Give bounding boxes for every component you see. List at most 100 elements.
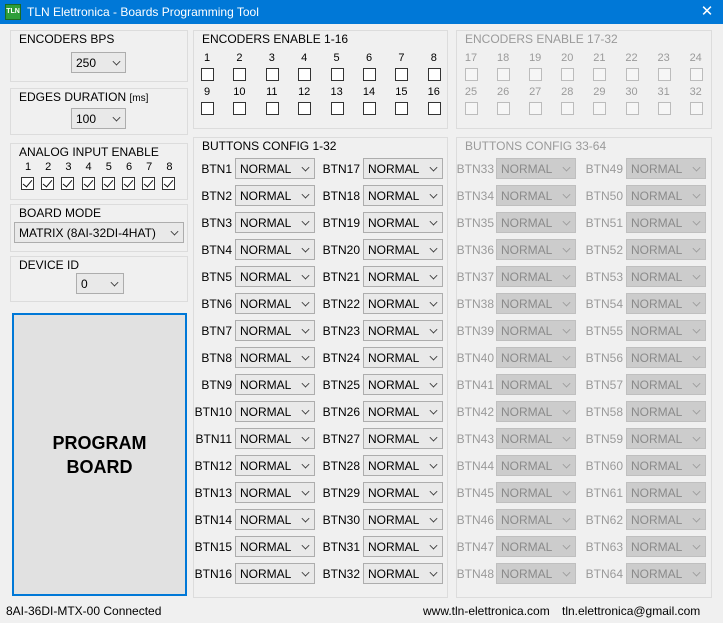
button-label: BTN37 <box>456 270 494 284</box>
encoder-27-checkbox <box>529 102 543 115</box>
btn31-mode-select[interactable]: NORMAL <box>363 536 443 557</box>
btn28-mode-select[interactable]: NORMAL <box>363 455 443 476</box>
btn12-mode-select[interactable]: NORMAL <box>235 455 315 476</box>
connection-status: 8AI-36DI-MTX-00 Connected <box>6 604 162 618</box>
btn6-mode-select-value: NORMAL <box>240 297 292 311</box>
btn10-mode-select[interactable]: NORMAL <box>235 401 315 422</box>
btn29-mode-select[interactable]: NORMAL <box>363 482 443 503</box>
analog-input-5-checkbox[interactable] <box>101 177 115 190</box>
edges-duration-select[interactable]: 100 <box>71 108 126 129</box>
encoder-10-checkbox[interactable] <box>233 102 247 115</box>
encoder-3-checkbox[interactable] <box>265 68 279 81</box>
btn20-mode-select[interactable]: NORMAL <box>363 239 443 260</box>
encoder-20-checkbox <box>561 68 575 81</box>
btn60-mode-select: NORMAL <box>626 455 706 476</box>
btn26-mode-select[interactable]: NORMAL <box>363 401 443 422</box>
analog-input-6-checkbox[interactable] <box>122 177 135 190</box>
device-id-select[interactable]: 0 <box>76 273 124 294</box>
button-label: BTN9 <box>201 378 232 392</box>
btn21-mode-select[interactable]: NORMAL <box>363 266 443 287</box>
btn13-mode-select[interactable]: NORMAL <box>235 482 315 503</box>
btn18-mode-select[interactable]: NORMAL <box>363 185 443 206</box>
btn22-mode-select[interactable]: NORMAL <box>363 293 443 314</box>
btn4-mode-select[interactable]: NORMAL <box>235 239 315 260</box>
chevron-down-icon <box>301 433 310 442</box>
btn15-mode-select[interactable]: NORMAL <box>235 536 315 557</box>
encoder-16-checkbox[interactable] <box>427 102 441 115</box>
btn63-mode-select: NORMAL <box>626 536 706 557</box>
btn24-mode-select[interactable]: NORMAL <box>363 347 443 368</box>
btn28-mode-select-value: NORMAL <box>368 459 420 473</box>
btn34-mode-select: NORMAL <box>496 185 576 206</box>
analog-input-8-checkbox[interactable] <box>162 177 176 190</box>
btn25-mode-select[interactable]: NORMAL <box>363 374 443 395</box>
btn27-mode-select[interactable]: NORMAL <box>363 428 443 449</box>
encoder-11-checkbox[interactable] <box>265 102 279 115</box>
btn8-mode-select[interactable]: NORMAL <box>235 347 315 368</box>
btn9-mode-select[interactable]: NORMAL <box>235 374 315 395</box>
analog-input-4-checkbox[interactable] <box>81 177 95 190</box>
chevron-down-icon <box>429 406 438 415</box>
encoder-7-checkbox[interactable] <box>395 68 409 81</box>
btn50-mode-select-value: NORMAL <box>631 189 683 203</box>
encoder-14-checkbox[interactable] <box>363 102 376 115</box>
btn32-mode-select[interactable]: NORMAL <box>363 563 443 584</box>
btn1-mode-select[interactable]: NORMAL <box>235 158 315 179</box>
btn23-mode-select[interactable]: NORMAL <box>363 320 443 341</box>
board-mode-select[interactable]: MATRIX (8AI-32DI-4HAT) <box>14 222 184 243</box>
encoder-2-checkbox[interactable] <box>233 68 247 81</box>
close-icon[interactable]: ✕ <box>691 0 723 24</box>
btn35-mode-select-value: NORMAL <box>501 216 553 230</box>
chevron-down-icon <box>429 163 438 172</box>
encoder-8-checkbox[interactable] <box>427 68 441 81</box>
button-label: BTN2 <box>201 189 232 203</box>
analog-input-2-checkbox[interactable] <box>41 177 55 190</box>
encoder-5-checkbox[interactable] <box>330 68 344 81</box>
btn11-mode-select[interactable]: NORMAL <box>235 428 315 449</box>
btn3-mode-select[interactable]: NORMAL <box>235 212 315 233</box>
btn17-mode-select[interactable]: NORMAL <box>363 158 443 179</box>
btn42-mode-select: NORMAL <box>496 401 576 422</box>
program-board-button[interactable]: PROGRAM BOARD <box>12 313 187 596</box>
encoder-number: 10 <box>233 86 246 98</box>
encoder-12-checkbox[interactable] <box>298 102 312 115</box>
encoder-15-checkbox[interactable] <box>395 102 409 115</box>
chevron-down-icon <box>692 487 701 496</box>
encoder-6-checkbox[interactable] <box>363 68 376 81</box>
analog-input-7-checkbox[interactable] <box>142 177 156 190</box>
btn8-mode-select-value: NORMAL <box>240 351 292 365</box>
btn44-mode-select: NORMAL <box>496 455 576 476</box>
btn6-mode-select[interactable]: NORMAL <box>235 293 315 314</box>
encoder-number: 12 <box>298 86 311 98</box>
btn46-mode-select: NORMAL <box>496 509 576 530</box>
chevron-down-icon <box>562 244 571 253</box>
button-label: BTN1 <box>201 162 232 176</box>
encoders-bps-select[interactable]: 250 <box>71 52 126 73</box>
btn61-mode-select-value: NORMAL <box>631 486 683 500</box>
btn14-mode-select-value: NORMAL <box>240 513 292 527</box>
btn14-mode-select[interactable]: NORMAL <box>235 509 315 530</box>
btn30-mode-select[interactable]: NORMAL <box>363 509 443 530</box>
chevron-down-icon <box>429 433 438 442</box>
btn5-mode-select[interactable]: NORMAL <box>235 266 315 287</box>
chevron-down-icon <box>692 379 701 388</box>
btn19-mode-select[interactable]: NORMAL <box>363 212 443 233</box>
analog-input-1-checkbox[interactable] <box>21 177 34 190</box>
analog-input-3-checkbox[interactable] <box>61 177 75 190</box>
encoder-1-checkbox[interactable] <box>201 68 214 81</box>
btn10-mode-select-value: NORMAL <box>240 405 292 419</box>
analog-input-number: 2 <box>45 161 52 173</box>
btn2-mode-select[interactable]: NORMAL <box>235 185 315 206</box>
website-link[interactable]: www.tln-elettronica.com <box>423 604 550 618</box>
btn16-mode-select[interactable]: NORMAL <box>235 563 315 584</box>
email-link[interactable]: tln.elettronica@gmail.com <box>562 604 700 618</box>
btn60-mode-select-value: NORMAL <box>631 459 683 473</box>
encoder-4-checkbox[interactable] <box>298 68 312 81</box>
button-label: BTN48 <box>456 567 494 581</box>
encoder-13-checkbox[interactable] <box>330 102 344 115</box>
btn63-mode-select-value: NORMAL <box>631 540 683 554</box>
btn7-mode-select[interactable]: NORMAL <box>235 320 315 341</box>
btn45-mode-select: NORMAL <box>496 482 576 503</box>
window-title: TLN Elettronica - Boards Programming Too… <box>27 5 259 19</box>
encoder-9-checkbox[interactable] <box>201 102 214 115</box>
